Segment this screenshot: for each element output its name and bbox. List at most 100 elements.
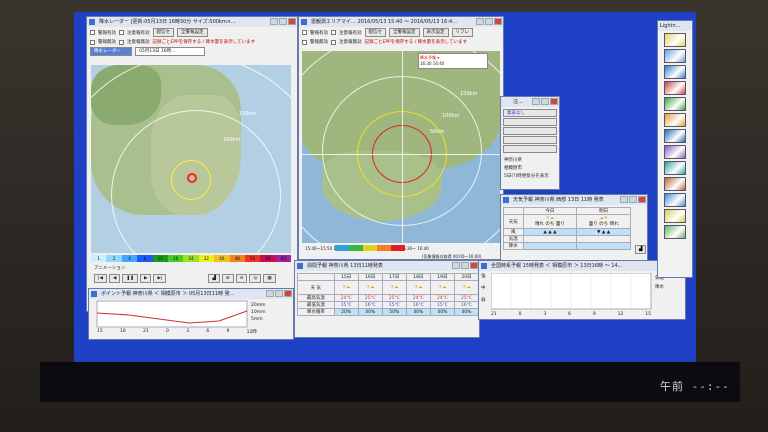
last-frame-button[interactable]: ▶|: [153, 274, 167, 283]
alert-item[interactable]: [503, 127, 557, 135]
point-titlebar[interactable]: ポイント予報 神奈川県 ＜ 相模原市 ＞ 05月13日11時 発...: [89, 289, 293, 299]
weather-icon: ☀☁: [429, 280, 455, 295]
table-cell: 40%: [357, 308, 383, 316]
precip-scale: 1 2 4 8 12 16 24 32 40 48 56 64 80: [91, 255, 292, 262]
close-button[interactable]: [550, 98, 558, 105]
radar-map[interactable]: 150km 100km: [91, 65, 291, 253]
app-thumbnail-icon[interactable]: [664, 177, 686, 191]
config-button[interactable]: 配信セ: [364, 28, 386, 37]
point-window[interactable]: ポイント予報 神奈川県 ＜ 相模原市 ＞ 05月13日11時 発... 15 18…: [88, 288, 294, 340]
minimize-button[interactable]: [270, 18, 278, 25]
minimize-button[interactable]: [476, 18, 484, 25]
print-icon[interactable]: ▟: [208, 274, 220, 283]
zoom-reset-icon[interactable]: ◎: [249, 274, 262, 283]
maximize-button[interactable]: [461, 262, 469, 269]
checkbox[interactable]: [331, 39, 336, 45]
hourly-window[interactable]: 全国時系予報 15時発表 ＜ 相模原市 ＞ 13日16時 ～ 14... 強中弱…: [478, 260, 686, 320]
minimize-button[interactable]: [532, 98, 540, 105]
app-thumbnail-icon[interactable]: [664, 65, 686, 79]
row-label: 降水確率: [297, 308, 335, 316]
radar-config-button[interactable]: 配信セ: [152, 28, 174, 37]
pause-button[interactable]: ❚❚: [122, 274, 138, 283]
weather-titlebar[interactable]: 天気予報 神奈川県 西部 13日 11時 発表: [501, 195, 647, 205]
maximize-button[interactable]: [275, 290, 283, 297]
radar-title: 降水レーダー [更新:05月13日 16時30分 サイズ:500km×...: [99, 19, 236, 25]
alert-titlebar[interactable]: 注…: [501, 97, 559, 107]
close-button[interactable]: [284, 290, 292, 297]
lightning-map[interactable]: 150km 100km 50km 降水予報 ▾ 16:30 16:40: [302, 51, 500, 243]
area-label: 相模原市: [504, 166, 522, 171]
alert-item[interactable]: [503, 118, 557, 126]
display-settings-button[interactable]: 表示設定: [422, 28, 449, 37]
checkbox[interactable]: [90, 30, 95, 35]
maximize-button[interactable]: [485, 18, 493, 25]
app-thumbnail-icon[interactable]: [664, 33, 686, 47]
weather-window[interactable]: 天気予報 神奈川県 西部 13日 11時 発表 今日 明日 天気 ☀☁ 晴れ のち 曇…: [500, 194, 648, 266]
app-thumbnail-icon[interactable]: [664, 97, 686, 111]
app-icon: [89, 19, 95, 25]
sun-cloud-icon: ☀☁: [545, 216, 555, 221]
radar-mode-button[interactable]: 降水レーダー: [90, 47, 132, 56]
close-button[interactable]: [470, 262, 478, 269]
close-button[interactable]: [638, 196, 646, 203]
table-cell: 40%: [429, 308, 455, 316]
close-button[interactable]: [288, 18, 296, 25]
first-frame-button[interactable]: |◀: [94, 274, 107, 283]
legend-label: 20mm: [251, 303, 266, 308]
checkbox[interactable]: [302, 30, 307, 35]
alert-item[interactable]: 発表なし: [503, 109, 557, 117]
row-label: 降水: [503, 242, 524, 250]
animation-label: アニメーション: [94, 266, 126, 271]
refresh-button[interactable]: リフレ: [451, 28, 473, 37]
checkbox[interactable]: [119, 39, 124, 45]
time-label: 0: [166, 329, 169, 334]
alert-panel[interactable]: 注… 発表なし 神奈川県 相模原市 5日(?)時更新分を表示: [500, 96, 560, 190]
settings-icon[interactable]: ▦: [263, 274, 276, 283]
time-label: 3: [186, 329, 190, 334]
maximize-button[interactable]: [541, 98, 549, 105]
zoom-out-icon[interactable]: ⊖: [235, 274, 248, 283]
weekly-table: 15日 16日 17日 18日 19日 20日天 気 ☀☁ ☀☁ ☀☁ ☀☁ ☀☁ ☀☁ 最高気温 24℃…: [297, 273, 479, 316]
app-thumbnail-icon[interactable]: [664, 161, 686, 175]
print-icon[interactable]: ▟: [635, 245, 647, 254]
next-frame-button[interactable]: ▶: [140, 274, 152, 283]
forecast-popup[interactable]: 降水予報 ▾ 16:30 16:40: [418, 53, 488, 69]
radar-window[interactable]: 降水レーダー [更新:05月13日 16時30分 サイズ:500km×... 警…: [86, 16, 298, 312]
app-thumbnail-icon[interactable]: [664, 49, 686, 63]
app-thumbnail-icon[interactable]: [664, 113, 686, 127]
app-thumbnail-icon[interactable]: [664, 209, 686, 223]
weather-icon: ☀☁: [357, 280, 383, 295]
row-label: 風: [503, 228, 524, 236]
side-panel[interactable]: Lightn…: [657, 20, 693, 278]
app-thumbnail-icon[interactable]: [664, 129, 686, 143]
date-header: 19日: [429, 273, 455, 281]
alert-item[interactable]: [503, 145, 557, 153]
weekly-window[interactable]: 週間予報 神奈川県 13日11時発表 15日 16日 17日 18日 19日 20日天 気…: [294, 260, 480, 338]
prev-frame-button[interactable]: ◀: [108, 274, 121, 283]
alert-button[interactable]: 全警報設定: [389, 28, 420, 37]
app-thumbnail-icon[interactable]: [664, 193, 686, 207]
hourly-titlebar[interactable]: 全国時系予報 15時発表 ＜ 相模原市 ＞ 13日16時 ～ 14...: [479, 261, 685, 271]
checkbox[interactable]: [331, 30, 336, 35]
alert-item[interactable]: [503, 136, 557, 144]
weekly-titlebar[interactable]: 週間予報 神奈川県 13日11時発表: [295, 261, 479, 271]
lightning-window[interactable]: 雷観測エリアマイ… 2016/05/13 15:40 ～ 2016/05/13 …: [298, 16, 504, 260]
minimize-button[interactable]: [452, 262, 460, 269]
lightning-titlebar[interactable]: 雷観測エリアマイ… 2016/05/13 15:40 ～ 2016/05/13 …: [299, 17, 503, 27]
maximize-button[interactable]: [279, 18, 287, 25]
zoom-in-icon[interactable]: ⊕: [221, 274, 234, 283]
side-titlebar[interactable]: Lightn…: [658, 21, 692, 31]
minimize-button[interactable]: [620, 196, 628, 203]
checkbox[interactable]: [90, 39, 95, 45]
app-thumbnail-icon[interactable]: [664, 81, 686, 95]
app-thumbnail-icon[interactable]: [664, 225, 686, 239]
radar-alert-button[interactable]: 全警報設定: [177, 28, 208, 37]
checkbox[interactable]: [119, 30, 124, 35]
radar-titlebar[interactable]: 降水レーダー [更新:05月13日 16時30分 サイズ:500km×...: [87, 17, 297, 27]
maximize-button[interactable]: [629, 196, 637, 203]
minimize-button[interactable]: [266, 290, 274, 297]
app-thumbnail-icon[interactable]: [664, 145, 686, 159]
checkbox[interactable]: [302, 39, 307, 45]
check-label: 警報無効: [310, 40, 328, 45]
close-button[interactable]: [494, 18, 502, 25]
